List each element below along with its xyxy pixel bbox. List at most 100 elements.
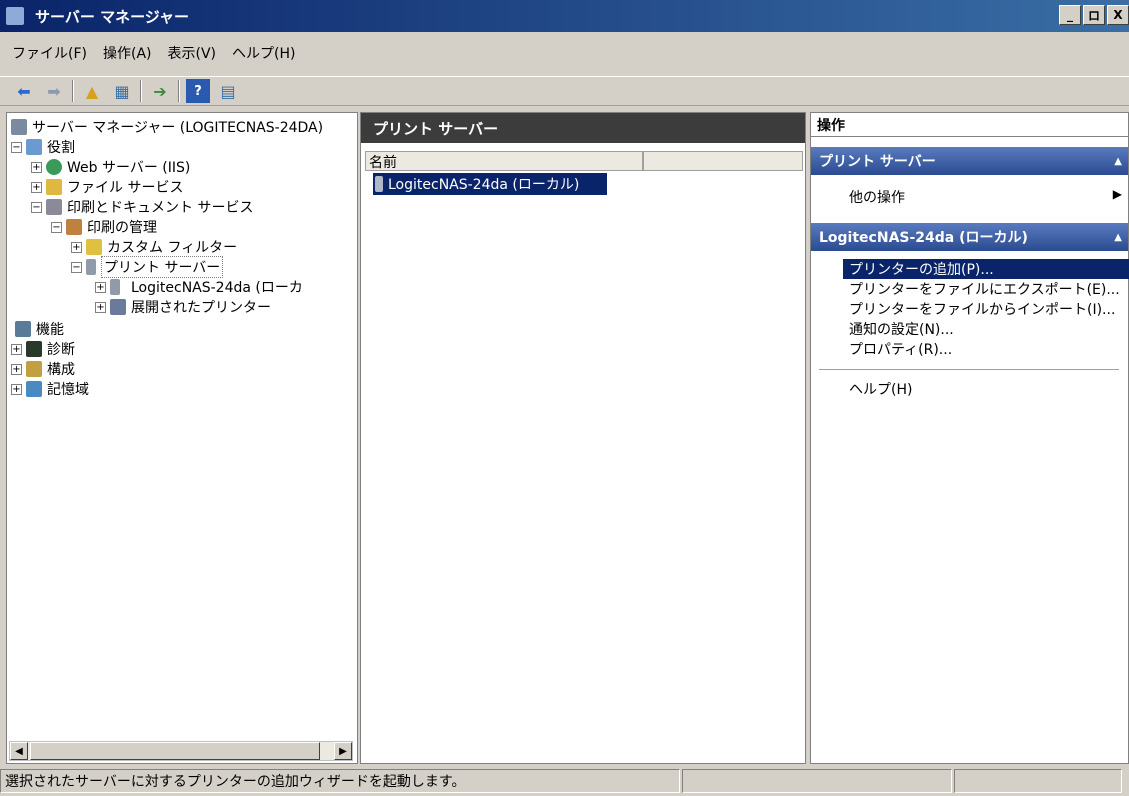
filter-icon bbox=[86, 239, 102, 255]
add-printer-action[interactable]: プリンターの追加(P)... bbox=[843, 259, 1129, 279]
minimize-button[interactable]: _ bbox=[1059, 5, 1081, 25]
import-printers-action[interactable]: プリンターをファイルからインポート(I)... bbox=[849, 299, 1115, 319]
roles-icon bbox=[26, 139, 42, 155]
other-actions-label: 他の操作 bbox=[849, 190, 905, 206]
tree-root[interactable]: サーバー マネージャー (LOGITECNAS-24DA) bbox=[11, 117, 323, 137]
column-header-name[interactable]: 名前 bbox=[365, 151, 643, 171]
printer-icon bbox=[110, 299, 126, 315]
window-title: サーバー マネージャー bbox=[35, 7, 190, 26]
tree-diagnostics-label: 診断 bbox=[47, 342, 75, 358]
forward-icon[interactable]: ➡ bbox=[42, 79, 66, 103]
collapse-icon[interactable]: − bbox=[51, 221, 62, 233]
expand-icon[interactable]: + bbox=[95, 281, 106, 293]
results-pane: プリント サーバー 名前 LogitecNAS-24da (ローカル) bbox=[360, 112, 806, 764]
tree-print-mgmt-label: 印刷の管理 bbox=[87, 220, 157, 236]
scroll-thumb[interactable] bbox=[30, 742, 320, 760]
column-header-empty[interactable] bbox=[643, 151, 803, 171]
storage-icon bbox=[26, 381, 42, 397]
expand-icon[interactable]: + bbox=[31, 181, 42, 193]
collapse-arrow-icon[interactable]: ▲ bbox=[1114, 232, 1122, 243]
scroll-left-icon[interactable]: ◀ bbox=[10, 742, 28, 760]
other-actions-item[interactable]: 他の操作 bbox=[849, 187, 905, 207]
tree-storage[interactable]: + 記憶域 bbox=[11, 379, 89, 399]
toolbar: ⬅ ➡ ▲ ▦ ➔ ? ▤ bbox=[0, 76, 1129, 106]
menu-view[interactable]: 表示(V) bbox=[168, 43, 217, 63]
expand-icon[interactable]: + bbox=[11, 383, 22, 395]
folder-icon bbox=[46, 179, 62, 195]
collapse-icon[interactable]: − bbox=[71, 261, 82, 273]
status-cell-3 bbox=[954, 769, 1122, 793]
status-text: 選択されたサーバーに対するプリンターの追加ウィザードを起動します。 bbox=[0, 769, 680, 793]
tree-features-label: 機能 bbox=[36, 322, 64, 338]
tree-features[interactable]: 機能 bbox=[15, 319, 64, 339]
tree-roles-label: 役割 bbox=[47, 140, 75, 156]
globe-icon bbox=[46, 159, 62, 175]
navigation-tree-pane: サーバー マネージャー (LOGITECNAS-24DA) − 役割 + Web… bbox=[6, 112, 358, 764]
restore-button[interactable]: ロ bbox=[1083, 5, 1105, 25]
tree-deployed[interactable]: + 展開されたプリンター bbox=[95, 297, 271, 317]
tree-file-label: ファイル サービス bbox=[67, 180, 184, 196]
back-icon[interactable]: ⬅ bbox=[12, 79, 36, 103]
tree-config[interactable]: + 構成 bbox=[11, 359, 75, 379]
tree-roles[interactable]: − 役割 bbox=[11, 137, 75, 157]
scroll-right-icon[interactable]: ▶ bbox=[334, 742, 352, 760]
actions-header: 操作 bbox=[811, 113, 1128, 137]
server-icon bbox=[110, 279, 120, 295]
help-icon[interactable]: ? bbox=[186, 79, 210, 103]
collapse-arrow-icon[interactable]: ▲ bbox=[1114, 156, 1122, 167]
tree-print[interactable]: − 印刷とドキュメント サービス bbox=[31, 197, 253, 217]
section-server-node-label: LogitecNAS-24da (ローカル) bbox=[819, 230, 1028, 246]
section-server-node[interactable]: LogitecNAS-24da (ローカル) ▲ bbox=[811, 223, 1128, 251]
tree-web[interactable]: + Web サーバー (IIS) bbox=[31, 157, 190, 177]
close-button[interactable]: X bbox=[1107, 5, 1129, 25]
collapse-icon[interactable]: − bbox=[31, 201, 42, 213]
tree-print-servers-label: プリント サーバー bbox=[101, 256, 224, 278]
export-printers-action[interactable]: プリンターをファイルにエクスポート(E)... bbox=[849, 279, 1120, 299]
up-folder-icon[interactable]: ▲ bbox=[80, 79, 104, 103]
features-icon bbox=[15, 321, 31, 337]
list-item-label: LogitecNAS-24da (ローカル) bbox=[388, 177, 580, 193]
tree-custom-filter[interactable]: + カスタム フィルター bbox=[71, 237, 237, 257]
print-server-icon bbox=[86, 259, 96, 275]
export-icon[interactable]: ➔ bbox=[148, 79, 172, 103]
tree-root-label: サーバー マネージャー (LOGITECNAS-24DA) bbox=[32, 120, 324, 136]
status-bar: 選択されたサーバーに対するプリンターの追加ウィザードを起動します。 bbox=[0, 769, 1129, 796]
notification-settings-action[interactable]: 通知の設定(N)... bbox=[849, 319, 954, 339]
toolbar-separator bbox=[178, 80, 180, 102]
submenu-arrow-icon[interactable]: ▶ bbox=[1113, 187, 1122, 201]
tree-diagnostics[interactable]: + 診断 bbox=[11, 339, 75, 359]
section-print-server-label: プリント サーバー bbox=[819, 154, 936, 170]
config-icon bbox=[26, 361, 42, 377]
status-cell-2 bbox=[682, 769, 952, 793]
tree-print-servers[interactable]: − プリント サーバー bbox=[71, 256, 224, 278]
results-header: プリント サーバー bbox=[361, 113, 805, 143]
tree-print-mgmt[interactable]: − 印刷の管理 bbox=[51, 217, 157, 237]
tree-print-label: 印刷とドキュメント サービス bbox=[67, 200, 254, 216]
tree-server-node[interactable]: + LogitecNAS-24da (ローカ bbox=[95, 277, 303, 297]
print-management-icon bbox=[66, 219, 82, 235]
menu-help[interactable]: ヘルプ(H) bbox=[232, 43, 295, 63]
properties-action[interactable]: プロパティ(R)... bbox=[849, 339, 952, 359]
expand-icon[interactable]: + bbox=[71, 241, 82, 253]
collapse-icon[interactable]: − bbox=[11, 141, 22, 153]
menu-file[interactable]: ファイル(F) bbox=[12, 43, 87, 63]
expand-icon[interactable]: + bbox=[31, 161, 42, 173]
expand-icon[interactable]: + bbox=[11, 343, 22, 355]
divider bbox=[819, 369, 1119, 370]
horizontal-scrollbar[interactable]: ◀ ▶ bbox=[9, 741, 353, 761]
expand-icon[interactable]: + bbox=[95, 301, 106, 313]
server-manager-icon bbox=[6, 7, 24, 25]
tree-storage-label: 記憶域 bbox=[47, 382, 89, 398]
tree-config-label: 構成 bbox=[47, 362, 75, 378]
expand-icon[interactable]: + bbox=[11, 363, 22, 375]
help-action[interactable]: ヘルプ(H) bbox=[849, 379, 912, 399]
list-item[interactable]: LogitecNAS-24da (ローカル) bbox=[373, 173, 608, 195]
actions-pane: 操作 プリント サーバー ▲ 他の操作 ▶ LogitecNAS-24da (ロ… bbox=[810, 112, 1129, 764]
show-tree-icon[interactable]: ▦ bbox=[110, 79, 134, 103]
section-print-server[interactable]: プリント サーバー ▲ bbox=[811, 147, 1128, 175]
tree-file[interactable]: + ファイル サービス bbox=[31, 177, 183, 197]
menu-action[interactable]: 操作(A) bbox=[103, 43, 152, 63]
printer-icon bbox=[46, 199, 62, 215]
action-pane-icon[interactable]: ▤ bbox=[216, 79, 240, 103]
server-icon bbox=[11, 119, 27, 135]
